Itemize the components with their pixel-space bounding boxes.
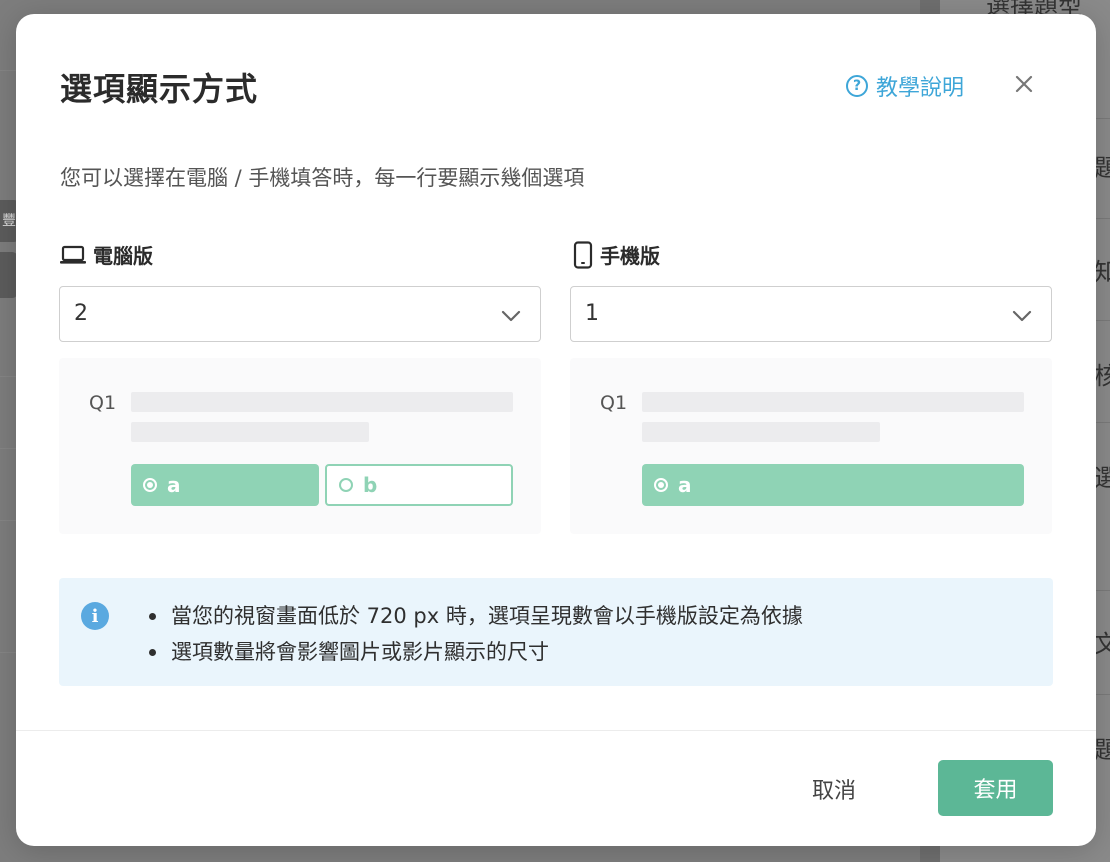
mobile-label: 手機版 <box>572 240 660 269</box>
desktop-label-text: 電腦版 <box>93 244 153 268</box>
desktop-preview: Q1 a b <box>59 358 541 534</box>
info-list-item: 當您的視窗畫面低於 720 px 時，選項呈現數會以手機版設定為依據 <box>147 598 803 634</box>
preview-option-label: a <box>167 473 181 497</box>
cancel-button[interactable]: 取消 <box>806 772 862 806</box>
tutorial-link-label: 教學說明 <box>876 76 965 101</box>
question-text-placeholder <box>131 392 513 412</box>
info-list-item: 選項數量將會影響圖片或影片顯示的尺寸 <box>147 634 803 670</box>
radio-checked-icon <box>654 478 668 492</box>
radio-checked-icon <box>143 478 157 492</box>
info-icon: i <box>81 602 109 630</box>
tutorial-link[interactable]: ? 教學說明 <box>846 70 964 102</box>
desktop-select-value: 2 <box>74 301 88 326</box>
close-button[interactable] <box>1012 72 1036 96</box>
question-text-placeholder <box>642 392 1024 412</box>
background-panel-item: 題 <box>1094 154 1110 182</box>
chevron-down-icon <box>1012 310 1032 322</box>
preview-option: b <box>325 464 513 506</box>
info-notice: i 當您的視窗畫面低於 720 px 時，選項呈現數會以手機版設定為依據 選項數… <box>59 578 1053 686</box>
mobile-phone-icon <box>573 240 593 269</box>
question-circle-icon: ? <box>846 75 868 97</box>
option-display-dialog: 選項顯示方式 ? 教學說明 您可以選擇在電腦 / 手機填答時，每一行要顯示幾個選… <box>16 14 1096 846</box>
question-label: Q1 <box>89 392 117 414</box>
preview-option: a <box>131 464 319 506</box>
preview-option-label: a <box>678 473 692 497</box>
close-icon <box>1015 75 1033 93</box>
footer-divider <box>16 730 1096 731</box>
mobile-select-value: 1 <box>585 301 599 326</box>
laptop-icon <box>60 245 86 264</box>
question-text-placeholder <box>642 422 880 442</box>
mobile-label-text: 手機版 <box>600 244 660 268</box>
mobile-preview: Q1 a <box>570 358 1052 534</box>
radio-unchecked-icon <box>339 478 353 492</box>
info-list: 當您的視窗畫面低於 720 px 時，選項呈現數會以手機版設定為依據 選項數量將… <box>147 598 803 670</box>
background-panel-item: 文 <box>1094 630 1110 658</box>
desktop-label: 電腦版 <box>59 240 153 269</box>
question-text-placeholder <box>131 422 369 442</box>
dialog-description: 您可以選擇在電腦 / 手機填答時，每一行要顯示幾個選項 <box>60 166 585 190</box>
chevron-down-icon <box>501 310 521 322</box>
desktop-options-per-row-select[interactable]: 2 <box>59 286 541 342</box>
preview-option-label: b <box>363 473 378 497</box>
background-panel-item: 核 <box>1094 362 1110 390</box>
apply-button[interactable]: 套用 <box>938 760 1053 816</box>
mobile-options-per-row-select[interactable]: 1 <box>570 286 1052 342</box>
dialog-title: 選項顯示方式 <box>60 70 259 108</box>
background-panel-item: 知 <box>1094 258 1110 286</box>
preview-option: a <box>642 464 1024 506</box>
background-panel-item: 題 <box>1094 736 1110 764</box>
question-label: Q1 <box>600 392 628 414</box>
background-panel-item: 選 <box>1094 464 1110 492</box>
